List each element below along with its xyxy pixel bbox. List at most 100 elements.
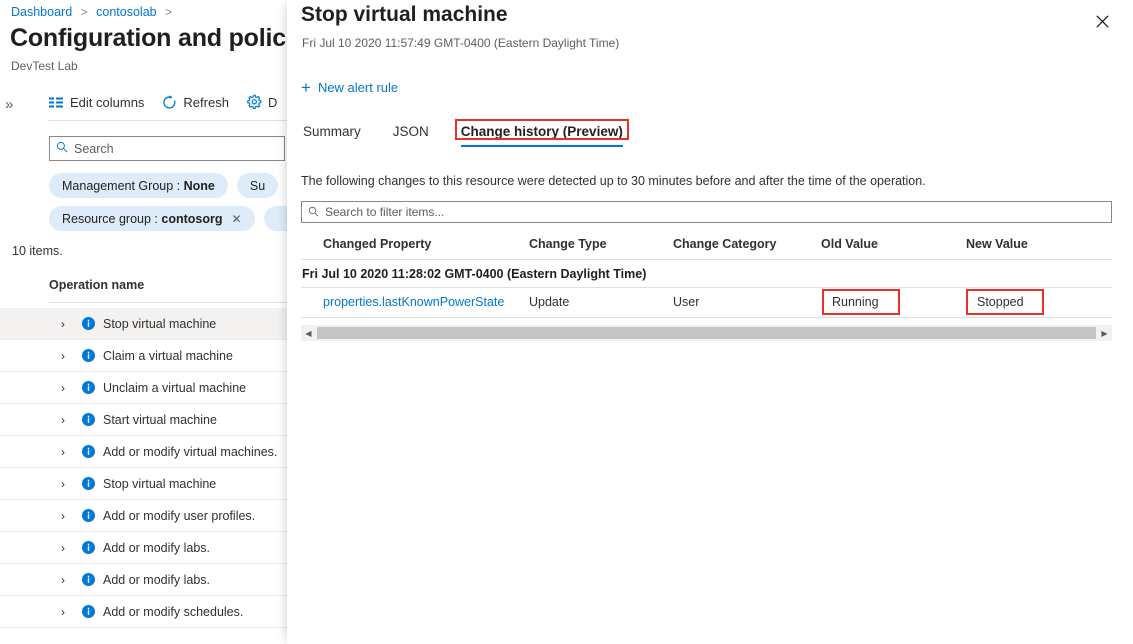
new-alert-rule-label: New alert rule bbox=[317, 80, 399, 95]
pill-label: Su bbox=[249, 178, 266, 193]
scroll-left-arrow-icon[interactable]: ◀ bbox=[301, 325, 316, 341]
pill-value: None bbox=[183, 178, 215, 193]
filter-pill-row: Management Group : None Su bbox=[49, 173, 287, 198]
toolbar-divider bbox=[48, 120, 287, 121]
list-item[interactable]: › Add or modify labs. bbox=[0, 564, 287, 596]
change-history-description: The following changes to this resource w… bbox=[301, 174, 926, 188]
close-icon[interactable] bbox=[1091, 10, 1113, 32]
new-alert-rule-button[interactable]: + New alert rule bbox=[301, 79, 398, 96]
table-group-header: Fri Jul 10 2020 11:28:02 GMT-0400 (Easte… bbox=[301, 260, 1112, 288]
info-icon bbox=[82, 349, 95, 362]
stop-virtual-machine-detail-pane: Stop virtual machine Fri Jul 10 2020 11:… bbox=[287, 0, 1133, 644]
filter-items-placeholder: Search to filter items... bbox=[325, 205, 445, 219]
plus-icon: + bbox=[301, 78, 311, 97]
diagnostic-settings-button[interactable]: D bbox=[246, 94, 277, 110]
chevron-right-icon[interactable]: › bbox=[61, 573, 65, 587]
chevron-right-icon[interactable]: › bbox=[61, 541, 65, 555]
azure-portal-screen: Dashboard > contosolab > Configuration a… bbox=[0, 0, 1133, 644]
list-item[interactable]: › Add or modify labs. bbox=[0, 532, 287, 564]
info-icon bbox=[82, 413, 95, 426]
list-item[interactable]: › Stop virtual machine bbox=[0, 308, 287, 340]
column-header-change-category[interactable]: Change Category bbox=[673, 237, 777, 251]
tab-json-label: JSON bbox=[392, 124, 429, 139]
list-item-label: Stop virtual machine bbox=[103, 316, 217, 331]
filter-pills: Management Group : None Su Resource grou… bbox=[49, 173, 287, 239]
tab-change-history[interactable]: Change history (Preview) bbox=[446, 119, 640, 148]
chevron-right-icon[interactable]: › bbox=[61, 317, 65, 331]
list-item[interactable]: › Add or modify user profiles. bbox=[0, 500, 287, 532]
refresh-button[interactable]: Refresh bbox=[161, 94, 229, 110]
list-item-label: Add or modify labs. bbox=[103, 540, 210, 555]
scroll-right-arrow-icon[interactable]: ▶ bbox=[1097, 325, 1112, 341]
chevron-right-icon[interactable]: › bbox=[61, 509, 65, 523]
search-icon bbox=[308, 205, 319, 220]
filter-pill-subscription[interactable]: Su bbox=[236, 173, 279, 198]
list-item-label: Add or modify virtual machines. bbox=[103, 444, 278, 459]
tab-json[interactable]: JSON bbox=[378, 124, 446, 148]
column-header-change-type[interactable]: Change Type bbox=[529, 237, 607, 251]
list-item[interactable]: › Add or modify virtual machines. bbox=[0, 436, 287, 468]
info-icon bbox=[82, 541, 95, 554]
close-icon[interactable]: ✕ bbox=[231, 213, 241, 225]
operations-list: › Stop virtual machine › Claim a virtual… bbox=[0, 308, 287, 628]
info-icon bbox=[82, 445, 95, 458]
refresh-icon bbox=[161, 94, 177, 110]
cell-new-value: Stopped bbox=[977, 295, 1024, 309]
search-input[interactable]: Search bbox=[49, 136, 285, 161]
filter-pill-resource-group[interactable]: Resource group : contosorg ✕ bbox=[49, 206, 255, 231]
filter-pill-extra[interactable] bbox=[263, 206, 287, 231]
edit-columns-label: Edit columns bbox=[70, 94, 145, 110]
list-item[interactable]: › Stop virtual machine bbox=[0, 468, 287, 500]
page-title: Configuration and policies bbox=[10, 24, 287, 52]
list-item-label: Unclaim a virtual machine bbox=[103, 380, 247, 395]
list-item-label: Add or modify labs. bbox=[103, 572, 210, 587]
list-item[interactable]: › Start virtual machine bbox=[0, 404, 287, 436]
breadcrumb-item-dashboard[interactable]: Dashboard bbox=[11, 5, 72, 19]
breadcrumb-item-contosolab[interactable]: contosolab bbox=[96, 5, 156, 19]
pill-value: contosorg bbox=[161, 211, 223, 226]
column-header-old-value[interactable]: Old Value bbox=[821, 237, 878, 251]
table-row[interactable]: properties.lastKnownPowerState Update Us… bbox=[301, 288, 1112, 318]
search-icon bbox=[56, 141, 68, 156]
info-icon bbox=[82, 605, 95, 618]
pane-title: Stop virtual machine bbox=[301, 3, 508, 26]
blade-toolbar: Edit columns Refresh D bbox=[48, 94, 277, 110]
tab-summary[interactable]: Summary bbox=[301, 124, 378, 148]
breadcrumb-separator-icon: > bbox=[165, 5, 173, 19]
column-header-changed-property[interactable]: Changed Property bbox=[323, 237, 431, 251]
cell-change-category: User bbox=[673, 295, 700, 309]
columns-icon bbox=[48, 94, 64, 110]
change-history-table: Changed Property Change Type Change Cate… bbox=[301, 231, 1112, 318]
scrollbar-thumb[interactable] bbox=[317, 327, 1096, 339]
list-item-label: Add or modify schedules. bbox=[103, 604, 244, 619]
gear-icon bbox=[246, 94, 262, 110]
active-tab-underline bbox=[460, 145, 623, 147]
configuration-and-policies-blade: Dashboard > contosolab > Configuration a… bbox=[0, 0, 287, 644]
list-item[interactable]: › Unclaim a virtual machine bbox=[0, 372, 287, 404]
chevron-right-icon[interactable]: › bbox=[61, 413, 65, 427]
table-header-row: Changed Property Change Type Change Cate… bbox=[301, 231, 1112, 260]
list-item[interactable]: › Add or modify schedules. bbox=[0, 596, 287, 628]
edit-columns-button[interactable]: Edit columns bbox=[48, 94, 144, 110]
double-chevron-right-icon[interactable]: » bbox=[5, 96, 13, 113]
table-group-label: Fri Jul 10 2020 11:28:02 GMT-0400 (Easte… bbox=[302, 266, 647, 281]
chevron-right-icon[interactable]: › bbox=[61, 349, 65, 363]
chevron-right-icon[interactable]: › bbox=[61, 605, 65, 619]
operation-name-column-header: Operation name bbox=[49, 278, 145, 292]
pill-label: Management Group : bbox=[62, 178, 181, 193]
page-subtitle: DevTest Lab bbox=[11, 59, 78, 73]
list-item[interactable]: › Claim a virtual machine bbox=[0, 340, 287, 372]
tab-summary-label: Summary bbox=[303, 124, 361, 139]
list-item-label: Claim a virtual machine bbox=[103, 348, 233, 363]
chevron-right-icon[interactable]: › bbox=[61, 381, 65, 395]
filter-items-input[interactable]: Search to filter items... bbox=[301, 201, 1112, 223]
tab-change-history-label: Change history (Preview) bbox=[460, 124, 623, 139]
chevron-right-icon[interactable]: › bbox=[61, 445, 65, 459]
pill-label: Resource group : bbox=[62, 211, 158, 226]
cell-old-value: Running bbox=[832, 295, 879, 309]
chevron-right-icon[interactable]: › bbox=[61, 477, 65, 491]
column-header-new-value[interactable]: New Value bbox=[966, 237, 1028, 251]
filter-pill-management-group[interactable]: Management Group : None bbox=[49, 173, 228, 198]
cell-changed-property[interactable]: properties.lastKnownPowerState bbox=[323, 295, 504, 309]
table-horizontal-scrollbar[interactable]: ◀ ▶ bbox=[301, 325, 1112, 341]
